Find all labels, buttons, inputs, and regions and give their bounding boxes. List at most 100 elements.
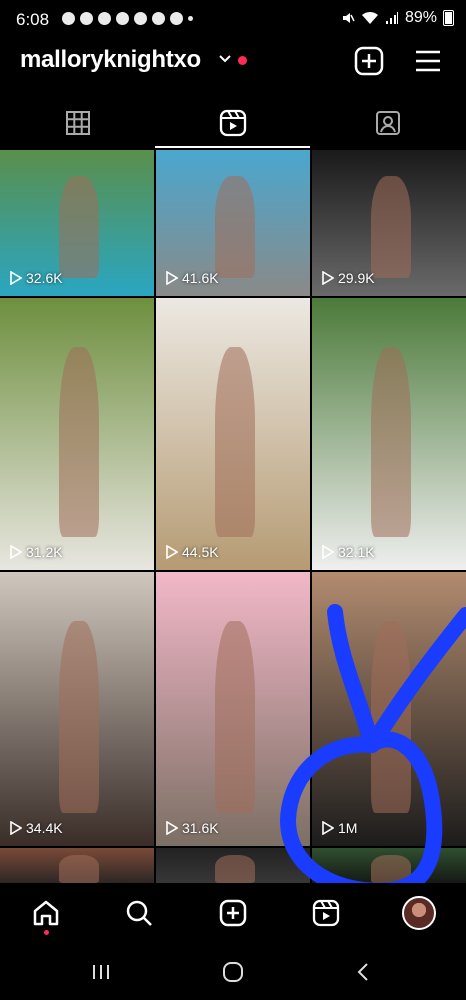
recent-apps-button[interactable] — [86, 959, 116, 985]
reel-thumbnail[interactable]: 34.4K — [0, 572, 154, 846]
thumbnail-image — [58, 176, 99, 279]
home-circle-icon — [223, 962, 243, 982]
thumbnail-image — [214, 176, 255, 279]
reel-thumbnail[interactable]: 31.6K — [156, 572, 310, 846]
reel-thumbnail[interactable]: 31.2K — [0, 298, 154, 570]
search-icon — [126, 900, 152, 926]
recent-apps-icon — [93, 965, 109, 979]
system-navigation — [0, 945, 466, 1000]
back-icon — [357, 963, 368, 981]
thumbnail-image — [58, 855, 99, 883]
more-dot-icon — [188, 16, 193, 21]
tab-tagged[interactable] — [310, 98, 465, 148]
play-icon — [166, 271, 178, 285]
reel-thumbnail[interactable]: 32.6K — [0, 150, 154, 296]
snapchat-icon — [80, 12, 93, 25]
tab-reels[interactable] — [155, 98, 310, 148]
view-count-text: 29.9K — [338, 270, 375, 286]
tab-grid[interactable] — [0, 98, 155, 148]
wifi-icon — [361, 11, 378, 24]
reel-thumbnail[interactable]: 29.9K — [312, 150, 466, 296]
play-icon — [322, 545, 334, 559]
reel-thumbnail[interactable]: 1M — [312, 572, 466, 846]
reel-thumbnail[interactable]: 32.1K — [312, 298, 466, 570]
nav-profile[interactable] — [401, 895, 437, 931]
hamburger-menu-icon[interactable] — [412, 45, 444, 77]
thumbnail-image — [370, 621, 411, 814]
reel-view-count: 34.4K — [10, 820, 63, 836]
play-icon — [10, 271, 22, 285]
view-count-text: 34.4K — [26, 820, 63, 836]
play-icon — [10, 821, 22, 835]
telegram-icon — [134, 12, 147, 25]
play-icon — [166, 545, 178, 559]
reel-view-count: 31.6K — [166, 820, 219, 836]
thumbnail-image — [58, 621, 99, 814]
messenger-icon — [116, 12, 129, 25]
reel-view-count: 32.6K — [10, 270, 63, 286]
grid-icon — [65, 111, 90, 135]
snapchat-icon — [62, 12, 75, 25]
thumbnail-image — [214, 621, 255, 814]
play-icon — [10, 545, 22, 559]
reel-view-count: 41.6K — [166, 270, 219, 286]
reels-icon — [219, 109, 246, 137]
create-icon — [219, 899, 247, 927]
battery-percent: 89% — [404, 9, 437, 26]
home-icon — [33, 900, 59, 926]
reel-view-count: 1M — [322, 820, 357, 836]
nav-home[interactable] — [28, 895, 64, 931]
snapchat-icon — [98, 12, 111, 25]
status-time: 6:08 — [16, 10, 50, 29]
reel-thumbnail[interactable]: 44.5K — [156, 298, 310, 570]
reels-icon — [312, 899, 340, 927]
view-count-text: 31.2K — [26, 544, 63, 560]
profile-header: malloryknightxo — [0, 40, 466, 86]
view-count-text: 32.6K — [26, 270, 63, 286]
profile-avatar — [402, 896, 436, 930]
system-status: 89% — [341, 9, 454, 27]
signal-icon — [385, 12, 398, 24]
play-icon — [166, 821, 178, 835]
username-switcher[interactable]: malloryknightxo — [20, 46, 201, 74]
back-button[interactable] — [348, 959, 378, 985]
reel-view-count: 31.2K — [10, 544, 63, 560]
tagged-icon — [375, 111, 400, 135]
nav-create[interactable] — [215, 895, 251, 931]
reel-thumbnail[interactable]: 41.6K — [156, 150, 310, 296]
reels-grid: 32.6K 41.6K 29.9K 31.2K 44.5K 32.1K 34.4K 31.6K… — [0, 150, 466, 883]
instagram-icon — [152, 12, 165, 25]
home-notification-dot — [44, 930, 49, 935]
mute-icon — [342, 13, 355, 23]
view-count-text: 41.6K — [182, 270, 219, 286]
system-home-button[interactable] — [218, 959, 248, 985]
view-count-text: 32.1K — [338, 544, 375, 560]
thumbnail-image — [214, 346, 255, 538]
reel-view-count: 29.9K — [322, 270, 375, 286]
play-icon — [322, 271, 334, 285]
reel-thumbnail[interactable] — [312, 848, 466, 883]
play-icon — [322, 821, 334, 835]
status-bar: 6:08 89% — [0, 0, 466, 40]
tiktok-icon — [170, 12, 183, 25]
view-count-text: 1M — [338, 820, 358, 836]
thumbnail-image — [214, 855, 255, 883]
battery-icon — [443, 10, 454, 26]
plus-square-icon[interactable] — [353, 45, 385, 77]
nav-search[interactable] — [121, 895, 157, 931]
bottom-navigation — [0, 883, 466, 945]
view-count-text: 44.5K — [182, 544, 219, 560]
thumbnail-image — [370, 855, 411, 883]
thumbnail-image — [58, 346, 99, 538]
view-count-text: 31.6K — [182, 820, 219, 836]
nav-reels[interactable] — [308, 895, 344, 931]
reel-view-count: 44.5K — [166, 544, 219, 560]
notification-icons — [62, 12, 193, 25]
profile-tabs — [0, 98, 466, 148]
reel-view-count: 32.1K — [322, 544, 375, 560]
reel-thumbnail[interactable] — [0, 848, 154, 883]
thumbnail-image — [370, 176, 411, 279]
thumbnail-image — [370, 346, 411, 538]
reel-thumbnail[interactable] — [156, 848, 310, 883]
chevron-down-icon[interactable] — [218, 54, 232, 64]
